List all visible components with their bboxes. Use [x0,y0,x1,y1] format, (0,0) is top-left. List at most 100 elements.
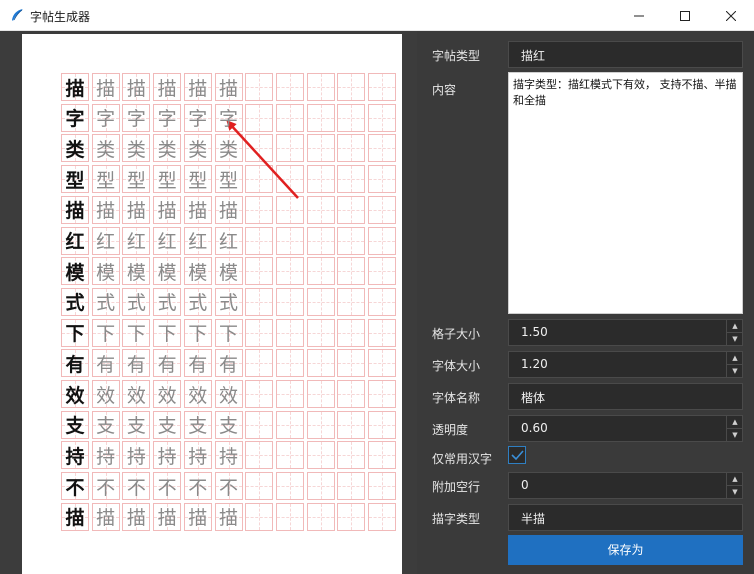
grid-row: 类类类类类类 [61,134,396,163]
grid-cell: 字 [61,103,89,132]
grid-cell [306,410,335,439]
model-character: 不 [65,476,85,499]
grid-cell: 模 [183,257,212,286]
minimize-button[interactable] [616,0,662,31]
grid-cell [245,472,274,501]
grid-cell [337,73,366,101]
chevron-up-icon[interactable]: ▲ [727,320,743,333]
cell-size-spinbox[interactable]: 1.50 ▲ ▼ [508,319,743,346]
model-character: 式 [65,292,85,315]
chevron-down-icon[interactable]: ▼ [727,333,743,346]
grid-cell: 下 [91,318,120,347]
font-size-value: 1.20 [521,357,548,371]
save-as-button[interactable]: 保存为 [508,535,743,565]
trace-character: 持 [157,445,177,468]
chevron-down-icon[interactable]: ▼ [727,486,743,499]
maximize-button[interactable] [662,0,708,31]
trace-character: 红 [157,231,177,253]
trace-character: 式 [96,292,116,315]
grid-cell: 字 [214,103,243,132]
grid-cell [245,318,274,347]
trace-character: 描 [188,77,208,100]
model-character: 描 [65,77,85,100]
trace-character: 模 [188,261,208,284]
trace-character: 支 [218,415,238,438]
grid-cell [275,318,304,347]
model-character: 描 [65,507,85,530]
grid-row: 字字字字字字 [61,103,396,132]
trace-character: 持 [96,445,116,468]
grid-cell: 持 [61,441,89,470]
opacity-spinbox[interactable]: 0.60 ▲ ▼ [508,415,743,442]
grid-cell [368,472,396,501]
grid-cell [245,380,274,408]
trace-character: 描 [218,200,238,223]
font-size-spinbox[interactable]: 1.20 ▲ ▼ [508,351,743,378]
title-bar: 字帖生成器 [0,0,754,31]
content-textarea[interactable]: 描字类型：描红模式下有效， 支持不描、半描和全描 [508,72,743,314]
trace-character: 字 [218,108,238,131]
grid-cell [275,195,304,224]
grid-cell [368,103,396,132]
grid-cell: 描 [153,502,182,531]
grid-cell [368,502,396,531]
trace-character: 红 [188,231,208,253]
trace-character: 型 [96,169,116,192]
grid-cell [337,195,366,224]
trace-character: 效 [157,384,177,407]
grid-row: 式式式式式式 [61,287,396,316]
grid-cell: 红 [214,226,243,255]
grid-cell [245,410,274,439]
grid-cell [275,380,304,408]
trace-character: 型 [157,169,177,192]
trace-character: 支 [157,415,177,438]
grid-cell: 下 [183,318,212,347]
extra-blank-rows-spinbox[interactable]: 0 ▲ ▼ [508,472,743,499]
grid-cell [306,195,335,224]
trace-character: 下 [157,323,177,346]
chevron-up-icon[interactable]: ▲ [727,416,743,429]
trace-character: 字 [188,108,208,131]
grid-cell [275,472,304,501]
grid-cell: 式 [153,287,182,316]
chevron-up-icon[interactable]: ▲ [727,352,743,365]
grid-row: 持持持持持持 [61,441,396,470]
trace-character: 下 [188,323,208,346]
grid-cell: 描 [214,195,243,224]
label-opacity: 透明度 [432,423,469,437]
trace-character: 类 [126,138,146,161]
trace-character: 模 [96,261,116,284]
font-name-field[interactable]: 楷体 [508,383,743,410]
grid-cell: 红 [153,226,182,255]
trace-character: 描 [188,200,208,223]
grid-cell [337,349,366,378]
grid-cell [275,441,304,470]
client-area: 描描描描描描字字字字字字类类类类类类型型型型型型描描描描描描红红红红红红模模模模… [0,31,754,574]
grid-cell: 有 [91,349,120,378]
model-character: 持 [65,445,85,468]
close-button[interactable] [708,0,754,31]
grid-cell [368,349,396,378]
grid-cell: 效 [122,380,151,408]
trace-character: 模 [157,261,177,284]
copybook-page[interactable]: 描描描描描描字字字字字字类类类类类类型型型型型型描描描描描描红红红红红红模模模模… [22,34,402,574]
grid-cell: 字 [153,103,182,132]
trace-character: 不 [96,476,116,499]
chevron-down-icon[interactable]: ▼ [727,365,743,378]
copybook-type-field[interactable]: 描红 [508,41,743,68]
grid-cell [368,165,396,194]
trace-character: 型 [126,169,146,192]
chevron-up-icon[interactable]: ▲ [727,473,743,486]
trace-type-field[interactable]: 半描 [508,504,743,531]
grid-cell [275,165,304,194]
trace-character: 描 [157,507,177,530]
trace-character: 描 [126,200,146,223]
grid-cell: 不 [61,472,89,501]
grid-cell [245,73,274,101]
grid-cell: 不 [153,472,182,501]
grid-cell: 支 [122,410,151,439]
grid-cell: 字 [91,103,120,132]
chevron-down-icon[interactable]: ▼ [727,429,743,442]
trace-character: 支 [126,415,146,438]
common-chars-only-checkbox[interactable] [508,446,526,464]
